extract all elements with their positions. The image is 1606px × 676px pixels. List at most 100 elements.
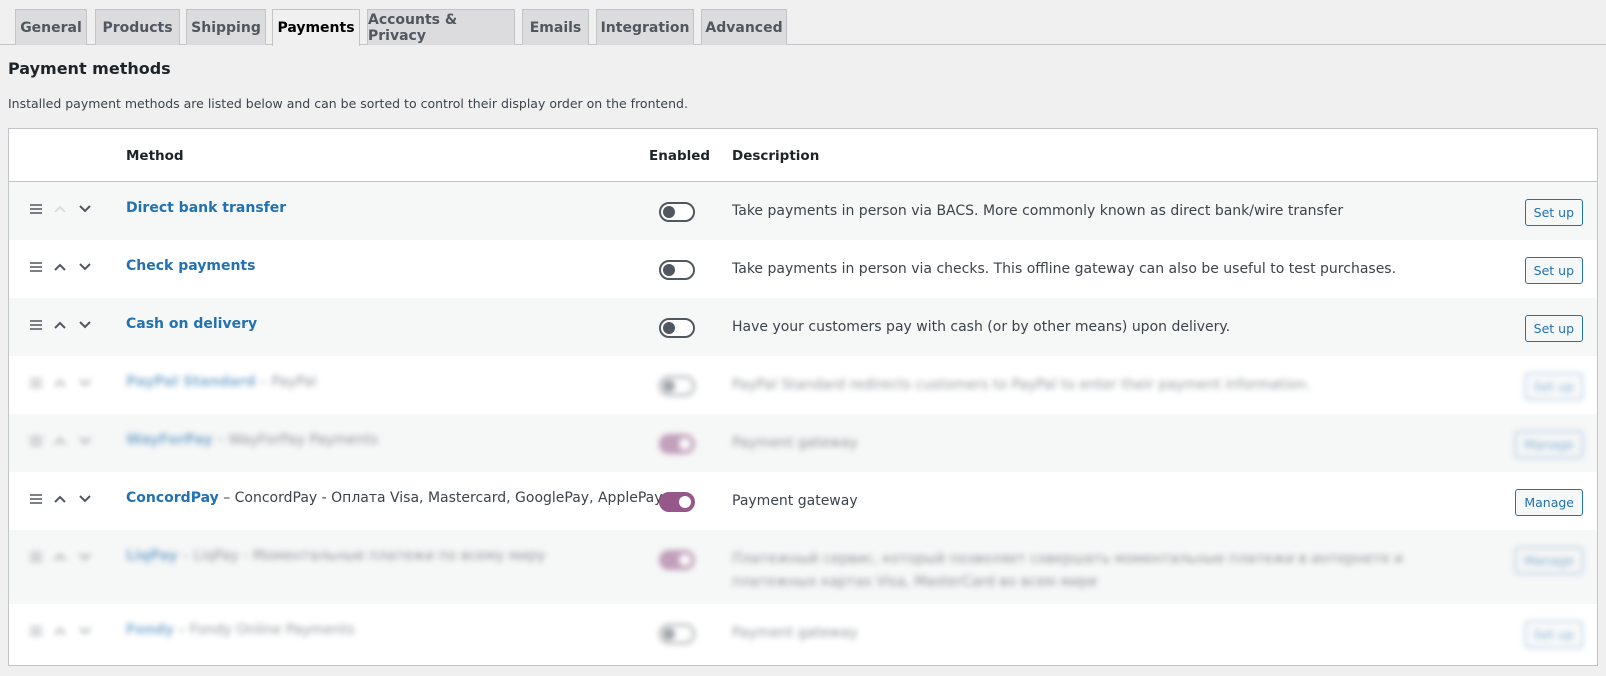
table-row: LiqPay – LiqPay - Моментальные платежи п… xyxy=(9,530,1597,604)
method-name: ConcordPay – ConcordPay - Оплата Visa, M… xyxy=(126,490,663,506)
method-link[interactable]: Direct bank transfer xyxy=(126,200,286,216)
setup-button[interactable]: Set up xyxy=(1524,621,1583,648)
enabled-toggle[interactable] xyxy=(659,434,695,454)
drag-handle-icon[interactable] xyxy=(28,374,44,392)
method-link[interactable]: Check payments xyxy=(126,258,255,274)
tab-general[interactable]: General xyxy=(15,9,87,45)
table-row: Cash on delivery Have your customers pay… xyxy=(9,298,1597,356)
table-row: Fondy – Fondy Online Payments Payment ga… xyxy=(9,604,1597,662)
chevron-up-icon[interactable] xyxy=(52,374,68,392)
setup-button[interactable]: Set up xyxy=(1524,257,1583,284)
tab-emails[interactable]: Emails xyxy=(522,9,589,45)
method-description: Take payments in person via BACS. More c… xyxy=(732,203,1344,219)
payment-methods-table: Method Enabled Description Direct bank t… xyxy=(8,128,1598,666)
method-link[interactable]: PayPal Standard xyxy=(126,374,256,390)
table-row: Check payments Take payments in person v… xyxy=(9,240,1597,298)
drag-handle-icon[interactable] xyxy=(28,258,44,276)
method-subtitle: – WayForPay Payments xyxy=(217,432,378,448)
chevron-up-icon[interactable] xyxy=(52,258,68,276)
chevron-down-icon[interactable] xyxy=(77,316,93,334)
table-row: Direct bank transfer Take payments in pe… xyxy=(9,182,1597,240)
method-description: Платежный сервис, который позволяет сове… xyxy=(732,551,1404,590)
chevron-down-icon[interactable] xyxy=(77,200,93,218)
method-name: PayPal Standard – PayPal xyxy=(126,374,317,390)
method-link[interactable]: ConcordPay xyxy=(126,490,219,506)
enabled-toggle[interactable] xyxy=(659,492,695,512)
method-subtitle: – LiqPay - Моментальные платежи по всему… xyxy=(182,548,546,564)
tab-advanced[interactable]: Advanced xyxy=(701,9,787,45)
drag-handle-icon[interactable] xyxy=(28,316,44,334)
table-header: Method Enabled Description xyxy=(9,129,1597,182)
chevron-down-icon[interactable] xyxy=(77,548,93,566)
chevron-up-icon xyxy=(52,200,68,218)
chevron-down-icon[interactable] xyxy=(77,490,93,508)
enabled-toggle[interactable] xyxy=(659,550,695,570)
table-row: PayPal Standard – PayPal PayPal Standard… xyxy=(9,356,1597,414)
setup-button[interactable]: Set up xyxy=(1524,315,1583,342)
manage-button[interactable]: Manage xyxy=(1515,431,1583,458)
drag-handle-icon[interactable] xyxy=(28,490,44,508)
method-link[interactable]: LiqPay xyxy=(126,548,178,564)
chevron-down-icon[interactable] xyxy=(77,258,93,276)
tab-integration[interactable]: Integration xyxy=(596,9,694,45)
method-link[interactable]: WayForPay xyxy=(126,432,213,448)
method-subtitle: – PayPal xyxy=(260,374,317,390)
drag-handle-icon[interactable] xyxy=(28,548,44,566)
chevron-up-icon[interactable] xyxy=(52,548,68,566)
method-link[interactable]: Cash on delivery xyxy=(126,316,257,332)
toggle-knob xyxy=(663,628,675,640)
enabled-toggle[interactable] xyxy=(659,318,695,338)
method-name: Check payments xyxy=(126,258,255,274)
method-description: Payment gateway xyxy=(732,435,858,451)
method-description: Have your customers pay with cash (or by… xyxy=(732,319,1231,335)
enabled-toggle[interactable] xyxy=(659,202,695,222)
chevron-up-icon[interactable] xyxy=(52,622,68,640)
method-name: Cash on delivery xyxy=(126,316,257,332)
method-link[interactable]: Fondy xyxy=(126,622,174,638)
tab-products[interactable]: Products xyxy=(95,9,180,45)
method-subtitle: – Fondy Online Payments xyxy=(178,622,355,638)
chevron-down-icon[interactable] xyxy=(77,432,93,450)
tab-shipping[interactable]: Shipping xyxy=(186,9,266,45)
method-description: Take payments in person via checks. This… xyxy=(732,261,1397,277)
manage-button[interactable]: Manage xyxy=(1515,489,1583,516)
method-name: Fondy – Fondy Online Payments xyxy=(126,622,354,638)
chevron-up-icon[interactable] xyxy=(52,490,68,508)
enabled-toggle[interactable] xyxy=(659,624,695,644)
table-row: ConcordPay – ConcordPay - Оплата Visa, M… xyxy=(9,472,1597,530)
chevron-up-icon[interactable] xyxy=(52,316,68,334)
tab-accounts-privacy[interactable]: Accounts & Privacy xyxy=(367,9,515,45)
chevron-down-icon[interactable] xyxy=(77,374,93,392)
column-description: Description xyxy=(732,148,820,164)
enabled-toggle[interactable] xyxy=(659,376,695,396)
method-description: PayPal Standard redirects customers to P… xyxy=(732,377,1311,393)
tab-payments[interactable]: Payments xyxy=(272,9,360,46)
method-description: Payment gateway xyxy=(732,625,858,641)
drag-handle-icon[interactable] xyxy=(28,200,44,218)
settings-tabs: General Products Shipping Payments Accou… xyxy=(0,0,1606,46)
method-name: WayForPay – WayForPay Payments xyxy=(126,432,378,448)
drag-handle-icon[interactable] xyxy=(28,432,44,450)
toggle-knob xyxy=(679,438,691,450)
method-description: Payment gateway xyxy=(732,493,858,509)
drag-handle-icon[interactable] xyxy=(28,622,44,640)
column-enabled: Enabled xyxy=(649,148,711,164)
chevron-up-icon[interactable] xyxy=(52,432,68,450)
toggle-knob xyxy=(663,206,675,218)
manage-button[interactable]: Manage xyxy=(1515,547,1583,574)
setup-button[interactable]: Set up xyxy=(1524,199,1583,226)
column-method: Method xyxy=(126,148,184,164)
enabled-toggle[interactable] xyxy=(659,260,695,280)
page-intro: Installed payment methods are listed bel… xyxy=(8,96,688,111)
method-name: LiqPay – LiqPay - Моментальные платежи п… xyxy=(126,548,546,564)
toggle-knob xyxy=(679,496,691,508)
chevron-down-icon[interactable] xyxy=(77,622,93,640)
toggle-knob xyxy=(663,380,675,392)
toggle-knob xyxy=(663,322,675,334)
setup-button[interactable]: Set up xyxy=(1524,373,1583,400)
method-subtitle: – ConcordPay - Оплата Visa, Mastercard, … xyxy=(223,490,663,506)
table-row: WayForPay – WayForPay Payments Payment g… xyxy=(9,414,1597,472)
toggle-knob xyxy=(679,554,691,566)
page-title: Payment methods xyxy=(8,59,171,78)
toggle-knob xyxy=(663,264,675,276)
